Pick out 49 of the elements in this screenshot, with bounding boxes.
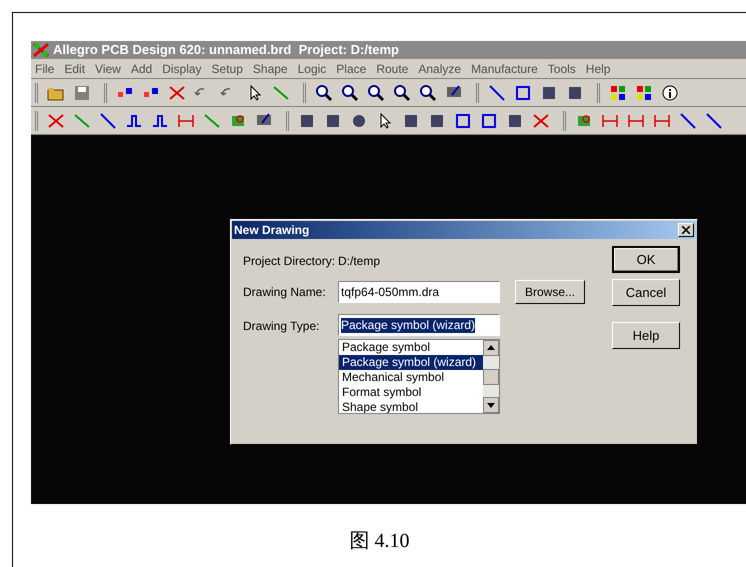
scroll-down-icon[interactable]	[483, 397, 499, 413]
menu-item[interactable]: Add	[130, 60, 152, 78]
menu-item[interactable]: Route	[376, 60, 408, 78]
figure-caption: 图 4.10	[350, 529, 410, 554]
field-label: Drawing Type:	[243, 318, 320, 335]
app-logo-icon	[33, 42, 49, 58]
field-value: Package symbol (wizard)	[341, 318, 476, 332]
menu-item[interactable]: View	[95, 60, 121, 78]
list-item[interactable]: Package symbol	[339, 340, 483, 355]
menu-item[interactable]: Display	[162, 60, 202, 78]
list-item[interactable]: Mechanical symbol	[339, 370, 483, 385]
zoom-icon[interactable]	[366, 82, 386, 102]
dialog-button[interactable]: OK	[612, 246, 680, 273]
scrollbar[interactable]	[483, 340, 499, 413]
line-icon[interactable]	[704, 110, 724, 130]
field-label: Drawing Name:	[243, 284, 327, 301]
menu-item[interactable]: Manufacture	[471, 60, 538, 78]
zoom-icon[interactable]	[314, 82, 334, 102]
menu-item[interactable]: Analyze	[418, 60, 462, 78]
field-label: Project Directory:	[243, 253, 336, 270]
list-item[interactable]: Format symbol	[339, 385, 483, 400]
menu-item[interactable]: File	[35, 60, 54, 78]
zoom-icon[interactable]	[392, 82, 412, 102]
scroll-thumb[interactable]	[483, 368, 499, 384]
drawing-type-field[interactable]: Package symbol (wizard)	[338, 314, 500, 336]
drawing-name-field[interactable]: tqfp64-050mm.dra	[338, 281, 500, 303]
list-item[interactable]: Package symbol (wizard)	[339, 355, 483, 370]
browse-button[interactable]: Browse...	[515, 280, 585, 304]
scroll-up-icon[interactable]	[483, 340, 499, 356]
menu-item[interactable]: Setup	[212, 60, 243, 78]
dialog-button[interactable]: Cancel	[612, 279, 680, 306]
line-icon[interactable]	[98, 110, 118, 130]
menu-item[interactable]: Edit	[64, 60, 86, 78]
window-title: Allegro PCB Design 620: unnamed.brd Project: D:/temp	[53, 41, 399, 60]
close-button[interactable]	[678, 223, 694, 237]
menu-item[interactable]: Tools	[548, 60, 576, 78]
menu-item[interactable]: Place	[336, 60, 366, 78]
line-icon[interactable]	[487, 82, 507, 102]
dialog-title: New Drawing	[234, 222, 310, 239]
dialog-button[interactable]: Help	[612, 322, 680, 349]
info-icon[interactable]	[660, 82, 680, 102]
zoom-icon[interactable]	[418, 82, 438, 102]
menu-item[interactable]: Shape	[252, 60, 288, 78]
close-icon	[682, 226, 690, 234]
project-directory-value: D:/temp	[338, 253, 380, 270]
line-icon[interactable]	[678, 110, 698, 130]
menu-item[interactable]: Logic	[298, 60, 326, 78]
zoom-icon[interactable]	[340, 82, 360, 102]
menu-item[interactable]: Help	[586, 60, 610, 78]
